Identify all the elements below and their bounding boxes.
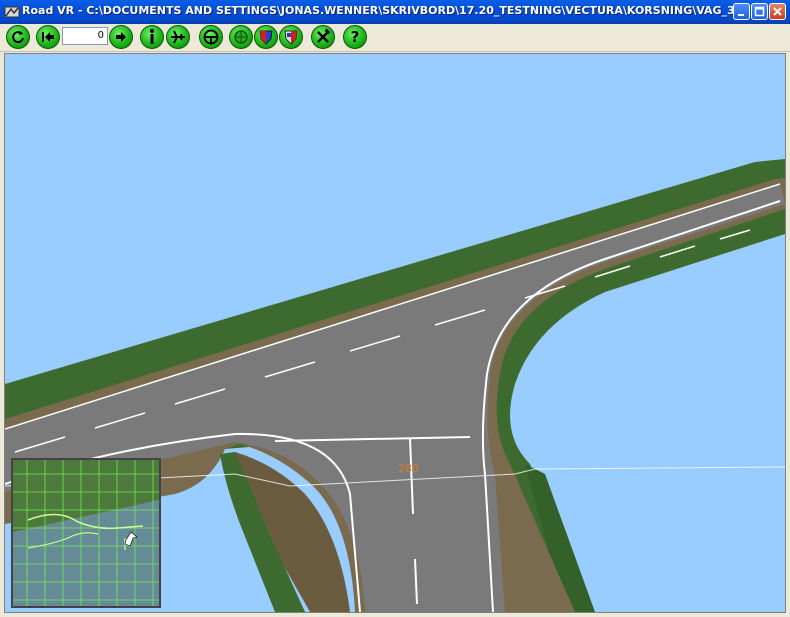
tools-icon	[317, 28, 331, 43]
road-vr-window: Road VR - C:\DOCUMENTS AND SETTINGS\JONA…	[0, 0, 790, 617]
minimap[interactable]	[11, 458, 161, 608]
step-back-icon	[42, 32, 54, 42]
fly-icon	[171, 30, 185, 44]
walk-button[interactable]	[140, 25, 164, 49]
globe-icon	[234, 30, 248, 44]
globe-button[interactable]	[229, 25, 253, 49]
app-icon[interactable]	[4, 4, 20, 20]
shield-icon	[259, 30, 273, 45]
window-title: Road VR - C:\DOCUMENTS AND SETTINGS\JONA…	[22, 4, 735, 17]
minimap-grid	[13, 460, 159, 606]
close-button[interactable]	[769, 3, 786, 20]
step-back-button[interactable]	[36, 25, 60, 49]
shield-check-icon	[284, 30, 298, 45]
help-icon: ?	[351, 28, 360, 46]
shield-check-button[interactable]	[279, 25, 303, 49]
help-button[interactable]: ?	[343, 25, 367, 49]
maximize-icon	[754, 6, 765, 17]
step-forward-button[interactable]	[109, 25, 133, 49]
drive-button[interactable]	[199, 25, 223, 49]
rotate-icon	[12, 31, 24, 44]
maximize-button[interactable]	[751, 3, 768, 20]
rotate-button[interactable]	[6, 25, 30, 49]
station-label: 280	[398, 462, 419, 475]
3d-viewport[interactable]: 280	[4, 53, 786, 613]
step-forward-icon	[116, 32, 126, 42]
frame-input[interactable]: 0	[62, 27, 108, 45]
tools-button[interactable]	[311, 25, 335, 49]
close-icon	[773, 7, 782, 16]
title-bar[interactable]: Road VR - C:\DOCUMENTS AND SETTINGS\JONA…	[0, 0, 790, 24]
minimize-icon	[738, 14, 744, 16]
minimize-button[interactable]	[733, 3, 750, 20]
shield-button[interactable]	[254, 25, 278, 49]
walk-icon	[150, 29, 154, 44]
toolbar: 0 ?	[0, 24, 790, 52]
steering-wheel-icon	[203, 29, 219, 45]
fly-button[interactable]	[166, 25, 190, 49]
svg-text:?: ?	[351, 28, 360, 46]
